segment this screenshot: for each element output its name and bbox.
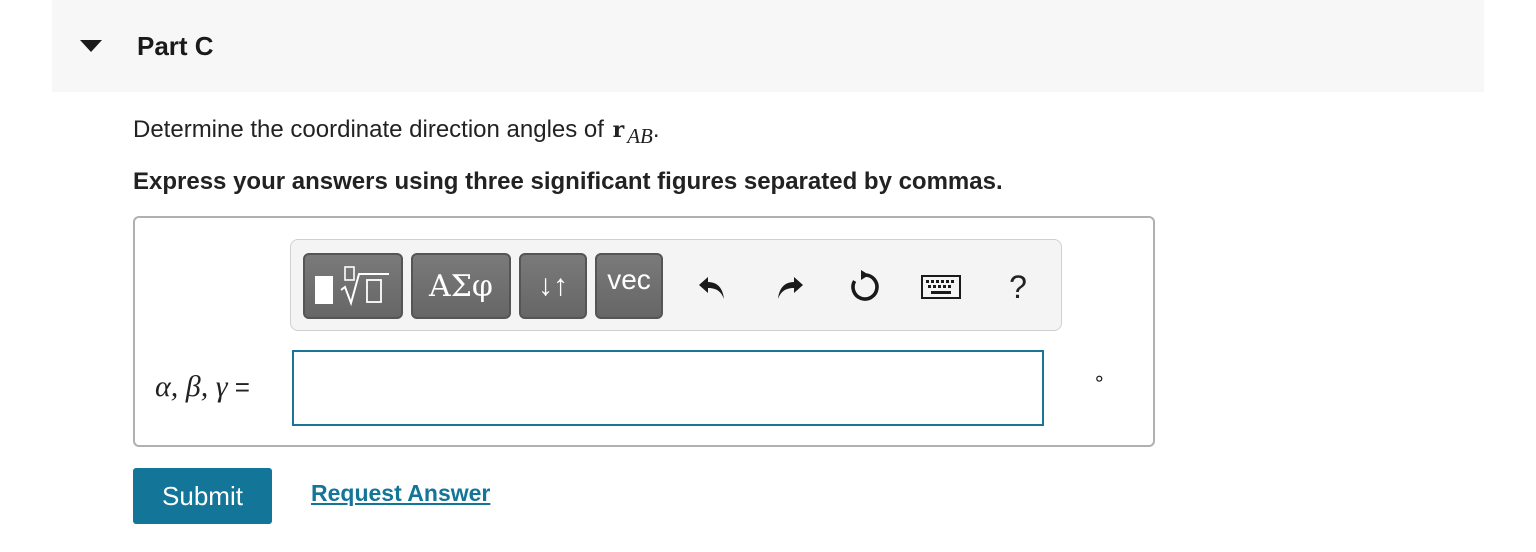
question-text: Determine the coordinate direction angle… bbox=[133, 116, 660, 148]
arrows-button[interactable]: ↓↑ bbox=[519, 253, 587, 319]
square-root-template-icon bbox=[340, 266, 389, 306]
question-suffix: . bbox=[652, 116, 660, 143]
redo-icon[interactable] bbox=[770, 262, 810, 312]
template-square-icon bbox=[315, 276, 333, 304]
help-button[interactable]: ? bbox=[1002, 262, 1034, 312]
degree-unit: ∘ bbox=[1093, 368, 1106, 390]
answer-variable-label: α, β, γ = bbox=[155, 370, 250, 404]
vector-symbol: r bbox=[612, 117, 625, 143]
undo-icon[interactable] bbox=[692, 262, 732, 312]
answer-input[interactable] bbox=[292, 350, 1044, 426]
reset-icon[interactable] bbox=[845, 262, 885, 312]
vector-subscript: AB bbox=[627, 124, 653, 148]
vector-button-label: vec bbox=[607, 264, 651, 295]
keyboard-icon[interactable] bbox=[920, 262, 962, 312]
variable-symbols: α, β, γ bbox=[155, 370, 228, 403]
instruction-text: Express your answers using three signifi… bbox=[133, 168, 1003, 195]
collapse-caret-icon[interactable] bbox=[80, 40, 102, 52]
question-prefix: Determine the coordinate direction angle… bbox=[133, 116, 604, 143]
part-header bbox=[52, 0, 1484, 92]
templates-button[interactable] bbox=[303, 253, 403, 319]
greek-symbols-button[interactable]: ΑΣφ bbox=[411, 253, 511, 319]
equals-sign: = bbox=[234, 372, 250, 402]
vector-button[interactable]: vec bbox=[595, 253, 663, 319]
part-title: Part C bbox=[137, 31, 214, 61]
request-answer-link[interactable]: Request Answer bbox=[311, 480, 490, 507]
submit-button[interactable]: Submit bbox=[133, 468, 272, 524]
